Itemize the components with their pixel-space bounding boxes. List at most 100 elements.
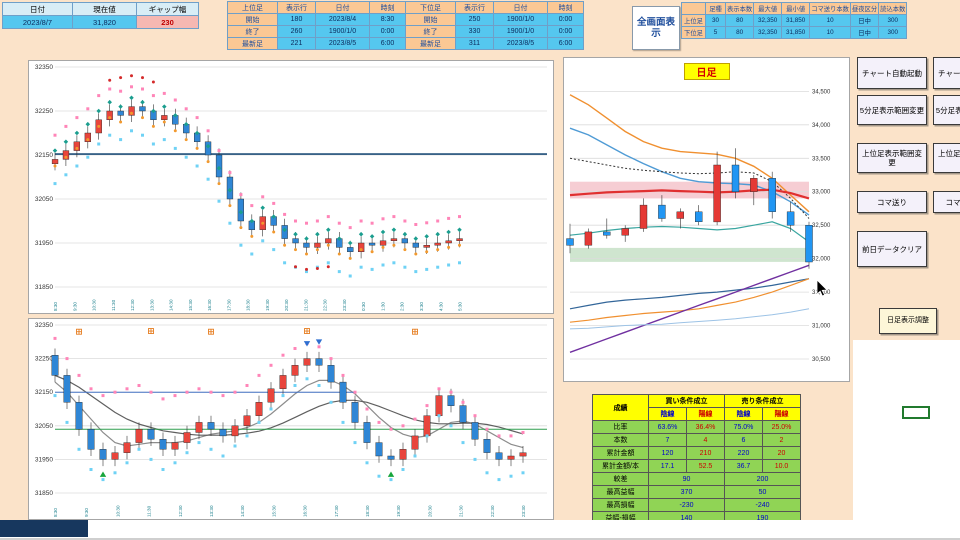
- table-cell[interactable]: 1900/1/0: [493, 25, 548, 38]
- table-cell[interactable]: 日中: [849, 26, 880, 39]
- table-cell[interactable]: 最新足: [227, 37, 278, 50]
- table-cell[interactable]: 32,350: [753, 14, 783, 27]
- table-cell[interactable]: 221: [277, 37, 316, 50]
- table-cell[interactable]: 31,850: [781, 26, 811, 39]
- results-value[interactable]: 36.4%: [686, 420, 725, 434]
- table-cell[interactable]: 6:00: [369, 37, 406, 50]
- results-value[interactable]: 17.1: [648, 459, 687, 473]
- svg-text:32250: 32250: [35, 108, 53, 115]
- results-value[interactable]: 370: [648, 485, 725, 499]
- results-value[interactable]: 50: [724, 485, 801, 499]
- table-cell[interactable]: 0:00: [547, 13, 584, 26]
- results-value[interactable]: 6: [724, 433, 763, 447]
- table-cell[interactable]: 31,850: [781, 14, 811, 27]
- fullscreen-button[interactable]: 全画面表示: [632, 6, 680, 50]
- table-cell[interactable]: 31,820: [72, 15, 137, 29]
- svg-text:1:30: 1:30: [381, 302, 386, 311]
- table-cell[interactable]: 250: [455, 13, 494, 26]
- table-cell[interactable]: 上位足: [681, 14, 706, 27]
- results-value[interactable]: 2: [762, 433, 801, 447]
- table-cell[interactable]: 2023/8/5: [493, 37, 548, 50]
- svg-text:30,500: 30,500: [812, 357, 831, 363]
- header-cell: 最大値: [753, 2, 783, 15]
- svg-text:5:30: 5:30: [458, 302, 463, 311]
- mouse-cursor-icon: [816, 280, 828, 297]
- table-cell[interactable]: 終了: [227, 25, 278, 38]
- table-cell[interactable]: 300: [878, 14, 908, 27]
- results-sub-header: 陽線: [686, 407, 725, 421]
- results-value[interactable]: 36.7: [724, 459, 763, 473]
- table-cell[interactable]: 300: [878, 26, 908, 39]
- table-cell[interactable]: 1900/1/0: [315, 25, 370, 38]
- svg-text:17:30: 17:30: [334, 505, 339, 517]
- daily-display-adjust-button[interactable]: 日足表示調整: [879, 308, 937, 334]
- results-value[interactable]: 210: [686, 446, 725, 460]
- results-value[interactable]: -240: [724, 498, 801, 512]
- results-value[interactable]: 25.0%: [762, 420, 801, 434]
- chart-autostop-button[interactable]: チャート自動停止: [933, 57, 960, 89]
- table-cell[interactable]: 最新足: [405, 37, 456, 50]
- table-cell[interactable]: 30: [705, 14, 726, 27]
- frame-advance-button[interactable]: コマ送り: [857, 191, 927, 213]
- table-cell[interactable]: 2023/8/4: [315, 13, 370, 26]
- table-cell[interactable]: 終了: [405, 25, 456, 38]
- results-row-label: 最高損幅: [592, 498, 649, 512]
- results-value[interactable]: 7: [648, 433, 687, 447]
- results-value[interactable]: 63.6%: [648, 420, 687, 434]
- results-value[interactable]: 52.5: [686, 459, 725, 473]
- m5-range-change-button-2[interactable]: 5分足表示範囲変更: [933, 95, 960, 125]
- results-value[interactable]: 200: [724, 472, 801, 486]
- upper-range-change-button-2[interactable]: 上位足表示範囲変更: [933, 143, 960, 173]
- svg-text:32050: 32050: [35, 423, 53, 430]
- table-cell[interactable]: 6:00: [547, 37, 584, 50]
- table-cell[interactable]: 開始: [227, 13, 278, 26]
- frame-advance-stop-button[interactable]: コマ送り中止: [933, 191, 960, 213]
- upper-intraday-chart-svg: 32350 32250 32150 32050 31950 31850 8:30 9:30 10…: [29, 61, 553, 313]
- table-cell[interactable]: 10: [809, 14, 851, 27]
- table-cell[interactable]: 2023/8/7: [2, 15, 73, 29]
- daily-chart: 日足 34,500 34,000 33,500 33,000 32,500 32,000 3…: [563, 57, 850, 382]
- upper-range-change-button[interactable]: 上位足表示範囲変更: [857, 143, 927, 173]
- svg-text:4:30: 4:30: [438, 302, 443, 311]
- table-cell[interactable]: 260: [277, 25, 316, 38]
- table-cell[interactable]: 0:00: [547, 25, 584, 38]
- table-cell[interactable]: 10: [809, 26, 851, 39]
- table-cell[interactable]: 80: [724, 26, 755, 39]
- results-value[interactable]: 20: [762, 446, 801, 460]
- svg-text:34,000: 34,000: [812, 123, 831, 129]
- results-sub-header: 陰線: [724, 407, 763, 421]
- clear-prevday-data-button[interactable]: 前日データクリア: [857, 231, 927, 267]
- table-cell[interactable]: 32,350: [753, 26, 783, 39]
- table-cell[interactable]: 80: [724, 14, 755, 27]
- results-value[interactable]: 10.0: [762, 459, 801, 473]
- chart-autostart-button[interactable]: チャート自動起動: [857, 57, 927, 89]
- table-cell[interactable]: 5: [705, 26, 726, 39]
- upper-intraday-chart: 32350 32250 32150 32050 31950 31850 8:30 9:30 10…: [28, 60, 554, 314]
- table-cell[interactable]: 日中: [849, 14, 880, 27]
- table-cell[interactable]: 230: [136, 15, 199, 29]
- daily-chart-title: 日足: [683, 63, 730, 80]
- table-cell[interactable]: 0:00: [369, 25, 406, 38]
- svg-text:18:30: 18:30: [365, 505, 370, 517]
- results-value[interactable]: 75.0%: [724, 420, 763, 434]
- results-value[interactable]: 120: [648, 446, 687, 460]
- header-cell: 最小値: [781, 2, 811, 15]
- header-cell: 表示本数: [724, 2, 755, 15]
- svg-text:13:30: 13:30: [149, 299, 154, 311]
- table-cell[interactable]: 8:30: [369, 13, 406, 26]
- results-value[interactable]: 4: [686, 433, 725, 447]
- table-cell[interactable]: 180: [277, 13, 316, 26]
- table-cell[interactable]: 下位足: [681, 26, 706, 39]
- table-cell[interactable]: 開始: [405, 13, 456, 26]
- table-cell[interactable]: 311: [455, 37, 494, 50]
- table-cell[interactable]: 1900/1/0: [493, 13, 548, 26]
- sheet-tab-area[interactable]: [0, 520, 88, 537]
- results-value[interactable]: 90: [648, 472, 725, 486]
- m5-range-change-button[interactable]: 5分足表示範囲変更: [857, 95, 927, 125]
- results-value[interactable]: -230: [648, 498, 725, 512]
- table-cell[interactable]: 2023/8/5: [315, 37, 370, 50]
- daily-chart-svg: 34,50034,00033,50033,00032,50032,00031,5…: [564, 58, 849, 381]
- results-value[interactable]: 220: [724, 446, 763, 460]
- table-cell[interactable]: 330: [455, 25, 494, 38]
- selected-cell[interactable]: [902, 406, 930, 419]
